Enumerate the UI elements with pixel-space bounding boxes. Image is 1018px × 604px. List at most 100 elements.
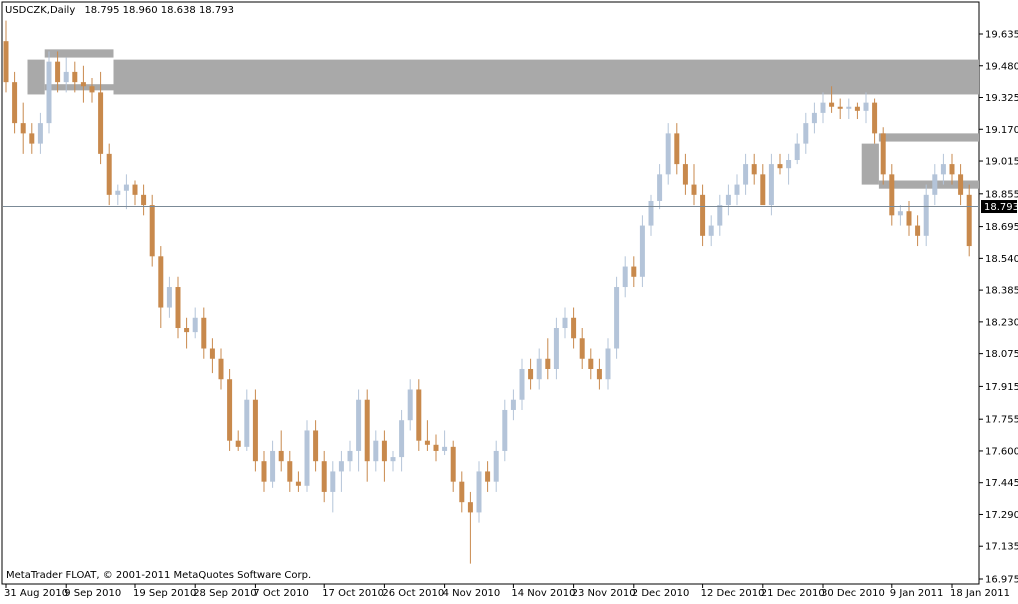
candle-body (725, 194, 731, 206)
candle-body (132, 184, 138, 195)
x-tick-label: 26 Oct 2010 (382, 588, 444, 599)
x-tick-label: 23 Nov 2010 (572, 588, 636, 599)
candle-body (184, 328, 190, 333)
candle-body (528, 368, 534, 380)
candle-body (72, 71, 78, 83)
candle (227, 368, 233, 451)
x-tick-label: 14 Nov 2010 (511, 588, 575, 599)
candle-body (450, 446, 456, 482)
candle-body (837, 106, 843, 109)
x-tick-label: 19 Sep 2010 (133, 588, 196, 599)
x-tick-label: 31 Aug 2010 (4, 588, 68, 599)
candle-body (63, 71, 69, 83)
y-tick-label: 18.540 (985, 254, 1018, 265)
copyright-label: MetaTrader FLOAT, © 2001-2011 MetaQuotes… (6, 570, 311, 581)
candle-body (399, 420, 405, 458)
candle-body (588, 358, 594, 369)
candle-body (304, 430, 310, 486)
current-price-label: 18.793 (984, 202, 1018, 213)
candle-body (261, 461, 267, 482)
candle-body (639, 225, 645, 277)
candle-body (708, 225, 714, 236)
candle-body (854, 106, 860, 111)
candle-body (863, 102, 869, 111)
x-tick-label: 4 Nov 2010 (443, 588, 501, 599)
x-tick-label: 21 Dec 2010 (761, 588, 825, 599)
candle-body (743, 164, 749, 185)
candle (252, 389, 258, 472)
candle-body (227, 379, 233, 441)
candle-body (338, 461, 344, 472)
candle-body (717, 205, 723, 226)
candle (416, 379, 422, 451)
y-axis: 19.635 19.480 19.325 19.170 19.015 18.855 18.6… (979, 30, 1018, 586)
candle-body (700, 194, 706, 236)
candle-body (123, 184, 129, 191)
candle-body (235, 440, 241, 447)
candle-body (631, 266, 637, 277)
candle-body (330, 471, 336, 492)
candle-body (287, 461, 293, 482)
candle-body (89, 86, 95, 93)
y-tick-label: 17.445 (985, 478, 1018, 489)
candle-body (760, 174, 766, 206)
candle-body (768, 164, 774, 206)
candle-body (149, 205, 155, 257)
candle-body (811, 112, 817, 124)
zone-rect (861, 143, 879, 185)
y-tick-label: 17.915 (985, 382, 1018, 393)
candle (304, 420, 310, 492)
candle-body (502, 409, 508, 451)
candle-body (682, 164, 688, 185)
candle-body (20, 123, 26, 134)
candle-body (485, 471, 491, 482)
candle-body (872, 102, 878, 134)
candle-body (270, 450, 276, 482)
candle-body (218, 358, 224, 380)
zone-rect (878, 133, 979, 142)
candle-body (923, 194, 929, 236)
candle-body (536, 358, 542, 380)
candle-body (209, 348, 215, 359)
y-tick-label: 18.385 (985, 286, 1018, 297)
candle-body (519, 368, 525, 400)
candle-body (115, 190, 121, 195)
x-tick-label: 7 Oct 2010 (253, 588, 308, 599)
candle-body (381, 440, 387, 462)
candle-body (691, 184, 697, 195)
candle-body (356, 399, 362, 451)
y-tick-label: 17.135 (985, 542, 1018, 553)
chart-window[interactable]: 19.635 19.480 19.325 19.170 19.015 18.855 18.6… (0, 0, 1018, 600)
candle-body (141, 194, 147, 206)
candle (149, 194, 155, 267)
candlestick-chart[interactable]: 19.635 19.480 19.325 19.170 19.015 18.855 18.6… (0, 0, 1018, 600)
x-tick-label: 17 Oct 2010 (322, 588, 384, 599)
candle-body (829, 102, 835, 107)
candle-body (579, 338, 585, 359)
candle-body (98, 92, 104, 154)
candle (966, 184, 972, 257)
y-tick-label: 19.015 (985, 157, 1018, 168)
candle-body (106, 153, 112, 195)
x-tick-label: 30 Dec 2010 (821, 588, 885, 599)
candle-body (433, 444, 439, 451)
candle-body (12, 82, 18, 124)
candle-body (347, 450, 353, 462)
zone-rect (27, 59, 45, 95)
candle-body (442, 446, 448, 451)
symbol-label: USDCZK, (5, 5, 50, 16)
candle-body (192, 317, 198, 333)
y-tick-label: 19.325 (985, 93, 1018, 104)
candle-body (622, 266, 628, 288)
candle-body (880, 133, 886, 175)
candle-body (158, 256, 164, 308)
candle-body (80, 82, 86, 87)
candle-body (476, 471, 482, 513)
candle-body (889, 174, 895, 216)
y-tick-label: 16.975 (985, 575, 1018, 586)
candle-body (55, 61, 61, 83)
y-tick-label: 17.600 (985, 446, 1018, 457)
candle-body (201, 317, 207, 349)
candle-body (571, 317, 577, 339)
x-tick-label: 18 Jan 2011 (950, 588, 1010, 599)
